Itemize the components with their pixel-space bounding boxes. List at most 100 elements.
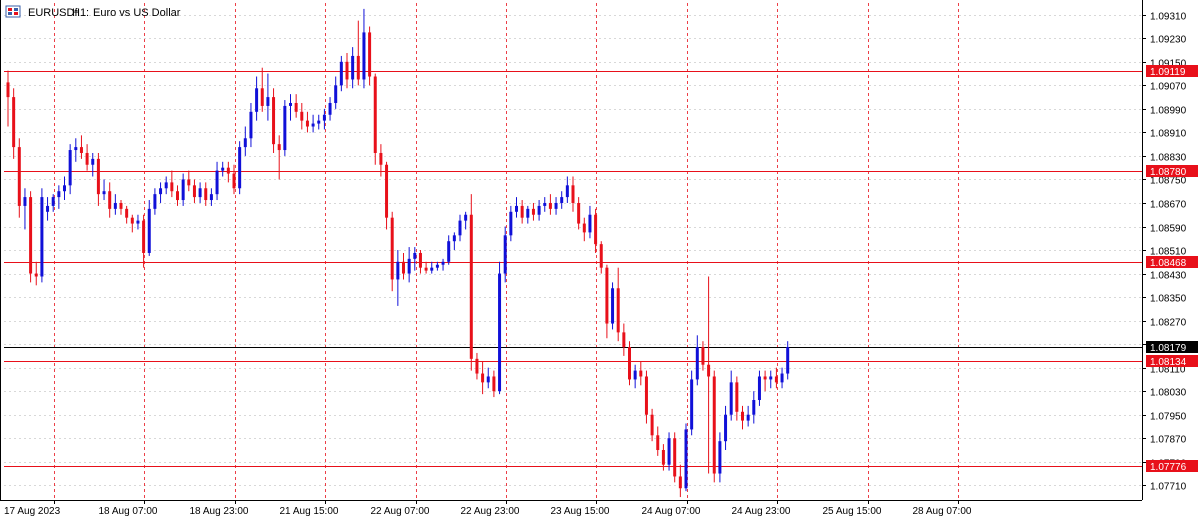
candle-body: [192, 185, 196, 198]
candle-body: [147, 208, 151, 253]
candle-body: [605, 267, 609, 324]
price-tick-label: 1.07710: [1150, 482, 1187, 493]
candle-body: [373, 76, 377, 153]
candle-body: [125, 208, 129, 218]
price-tick-label: 1.08590: [1150, 224, 1187, 235]
price-tick-label: 1.09230: [1150, 35, 1187, 46]
candle-body: [23, 197, 27, 206]
candle-body: [554, 202, 558, 209]
candle-body: [707, 364, 711, 377]
time-tick-label: 24 Aug 07:00: [642, 506, 701, 517]
candle-body: [402, 261, 405, 274]
candle-body: [724, 414, 728, 442]
candle-body: [543, 202, 547, 206]
chart-window-icon[interactable]: [5, 5, 21, 18]
candle-body: [176, 191, 179, 201]
candle-body: [548, 202, 552, 209]
candle-body: [571, 185, 575, 203]
time-tick-label: 17 Aug 2023: [4, 506, 61, 517]
chart-window[interactable]: 1.09310 1.09230 1.09150 1.09070 1.08990 1.089…: [0, 0, 1200, 521]
candle-body: [565, 185, 569, 198]
candle-body: [51, 197, 55, 206]
price-tick-label: 1.08270: [1150, 318, 1187, 329]
candle-body: [57, 191, 61, 198]
candle-body: [96, 158, 100, 195]
candle-body: [407, 258, 411, 274]
candle-body: [464, 214, 468, 221]
candle-body: [560, 197, 564, 203]
candle-body: [752, 400, 756, 415]
candle-body: [198, 188, 202, 198]
candle-body: [305, 120, 309, 127]
candle-body: [763, 376, 767, 380]
candle-body: [622, 332, 626, 348]
candle-body: [447, 241, 451, 262]
candle-body: [656, 435, 660, 451]
candle-body: [164, 182, 168, 189]
candle-body: [774, 376, 778, 383]
candle-body: [46, 205, 50, 212]
level-price-tag-label: 1.08780: [1150, 167, 1187, 178]
price-tick-label: 1.08350: [1150, 294, 1187, 305]
candle-body: [113, 202, 117, 209]
candle-body: [277, 144, 281, 151]
candle-body: [379, 152, 383, 165]
timeframe-label: H1:: [72, 7, 89, 19]
price-tick-label: 1.08430: [1150, 271, 1187, 282]
candle-body: [215, 170, 219, 195]
candle-body: [492, 376, 496, 392]
candle-body: [441, 261, 445, 265]
candle-body: [577, 202, 581, 224]
candle-body: [644, 376, 648, 415]
candle-body: [424, 267, 428, 271]
candle-body: [695, 347, 699, 380]
candle-body: [79, 147, 83, 153]
candle-body: [362, 32, 366, 80]
candle-body: [272, 97, 276, 145]
candle-body: [300, 111, 304, 121]
candle-body: [260, 88, 264, 106]
price-tick-label: 1.08030: [1150, 388, 1187, 399]
candle-body: [311, 123, 315, 127]
candle-body: [255, 88, 259, 112]
candle-body: [289, 102, 292, 106]
price-chart[interactable]: 1.093101.092301.091501.090701.089901.089…: [0, 0, 1200, 521]
candle-body: [684, 429, 688, 489]
candle-body: [769, 376, 773, 380]
symbol-label: EURUSDf: [28, 7, 78, 19]
candle-body: [509, 211, 513, 236]
candle-body: [413, 252, 417, 259]
candle-body: [678, 476, 682, 489]
time-tick-label: 22 Aug 07:00: [371, 506, 430, 517]
candle-body: [418, 252, 422, 268]
candle-body: [588, 214, 592, 233]
candle-body: [40, 197, 44, 277]
candle-body: [701, 347, 705, 365]
candle-body: [187, 179, 191, 186]
candle-body: [283, 105, 287, 151]
level-price-tag-label: 1.09119: [1150, 67, 1186, 78]
candle-body: [317, 120, 321, 124]
candle-body: [108, 191, 112, 209]
candle-body: [718, 441, 722, 474]
candle-body: [221, 167, 225, 171]
candle-body: [780, 373, 784, 383]
candle-body: [757, 376, 761, 401]
candle-body: [339, 61, 343, 86]
candle-body: [537, 205, 541, 215]
time-tick-label: 23 Aug 15:00: [551, 506, 610, 517]
candle-body: [582, 223, 586, 233]
level-price-tag-label: 1.08468: [1150, 258, 1187, 269]
candle-body: [435, 264, 439, 268]
candle-body: [469, 214, 473, 359]
candle-body: [498, 273, 502, 392]
candle-body: [396, 261, 400, 280]
time-tick-label: 24 Aug 23:00: [732, 506, 791, 517]
candle-body: [119, 202, 123, 209]
candle-body: [746, 414, 750, 421]
candle-body: [153, 194, 157, 209]
candle-body: [520, 205, 524, 218]
candle-body: [390, 217, 394, 280]
candle-body: [458, 220, 462, 236]
candle-body: [243, 138, 247, 148]
